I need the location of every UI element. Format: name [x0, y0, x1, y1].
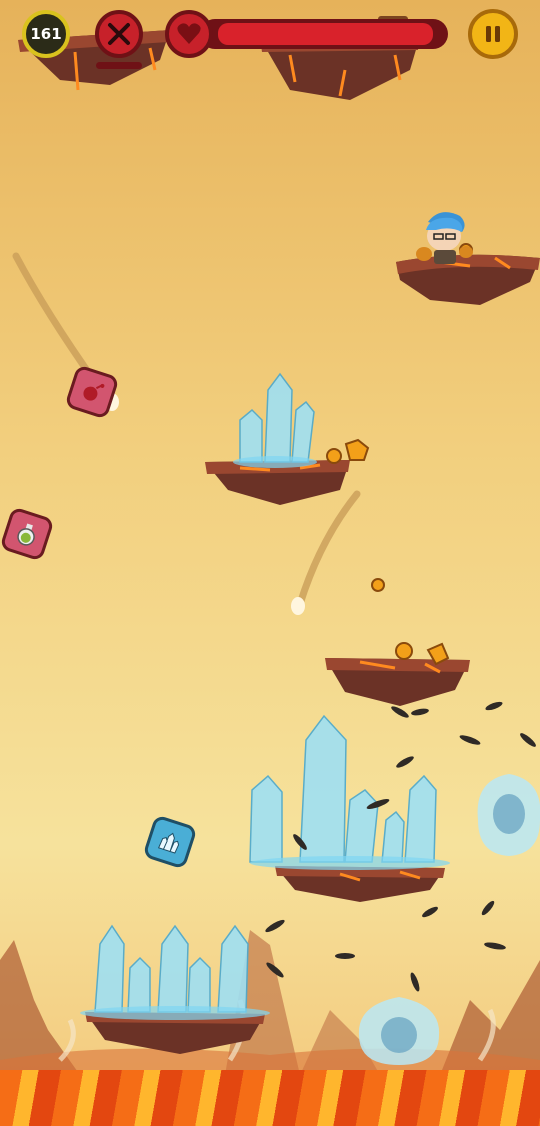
lava-floor — [0, 1070, 540, 1126]
health-bar — [200, 19, 448, 49]
weapon-charge-bar — [96, 62, 142, 69]
crossed-swords-icon — [108, 23, 130, 45]
weapon-button[interactable] — [95, 10, 143, 58]
health-heart — [165, 10, 213, 58]
health-bar-fill — [218, 23, 434, 45]
pause-button[interactable] — [468, 9, 518, 59]
hero-character — [416, 212, 473, 264]
amber-gems — [326, 243, 473, 666]
potion-icon — [17, 523, 35, 546]
bomb-icon — [83, 383, 105, 401]
pause-icon — [486, 26, 500, 42]
game-scene[interactable]: 161 — [0, 0, 540, 1126]
crystal-icon — [157, 832, 180, 854]
heart-icon — [177, 23, 201, 44]
score-value: 161 — [30, 25, 62, 43]
score-counter: 161 — [22, 10, 70, 58]
